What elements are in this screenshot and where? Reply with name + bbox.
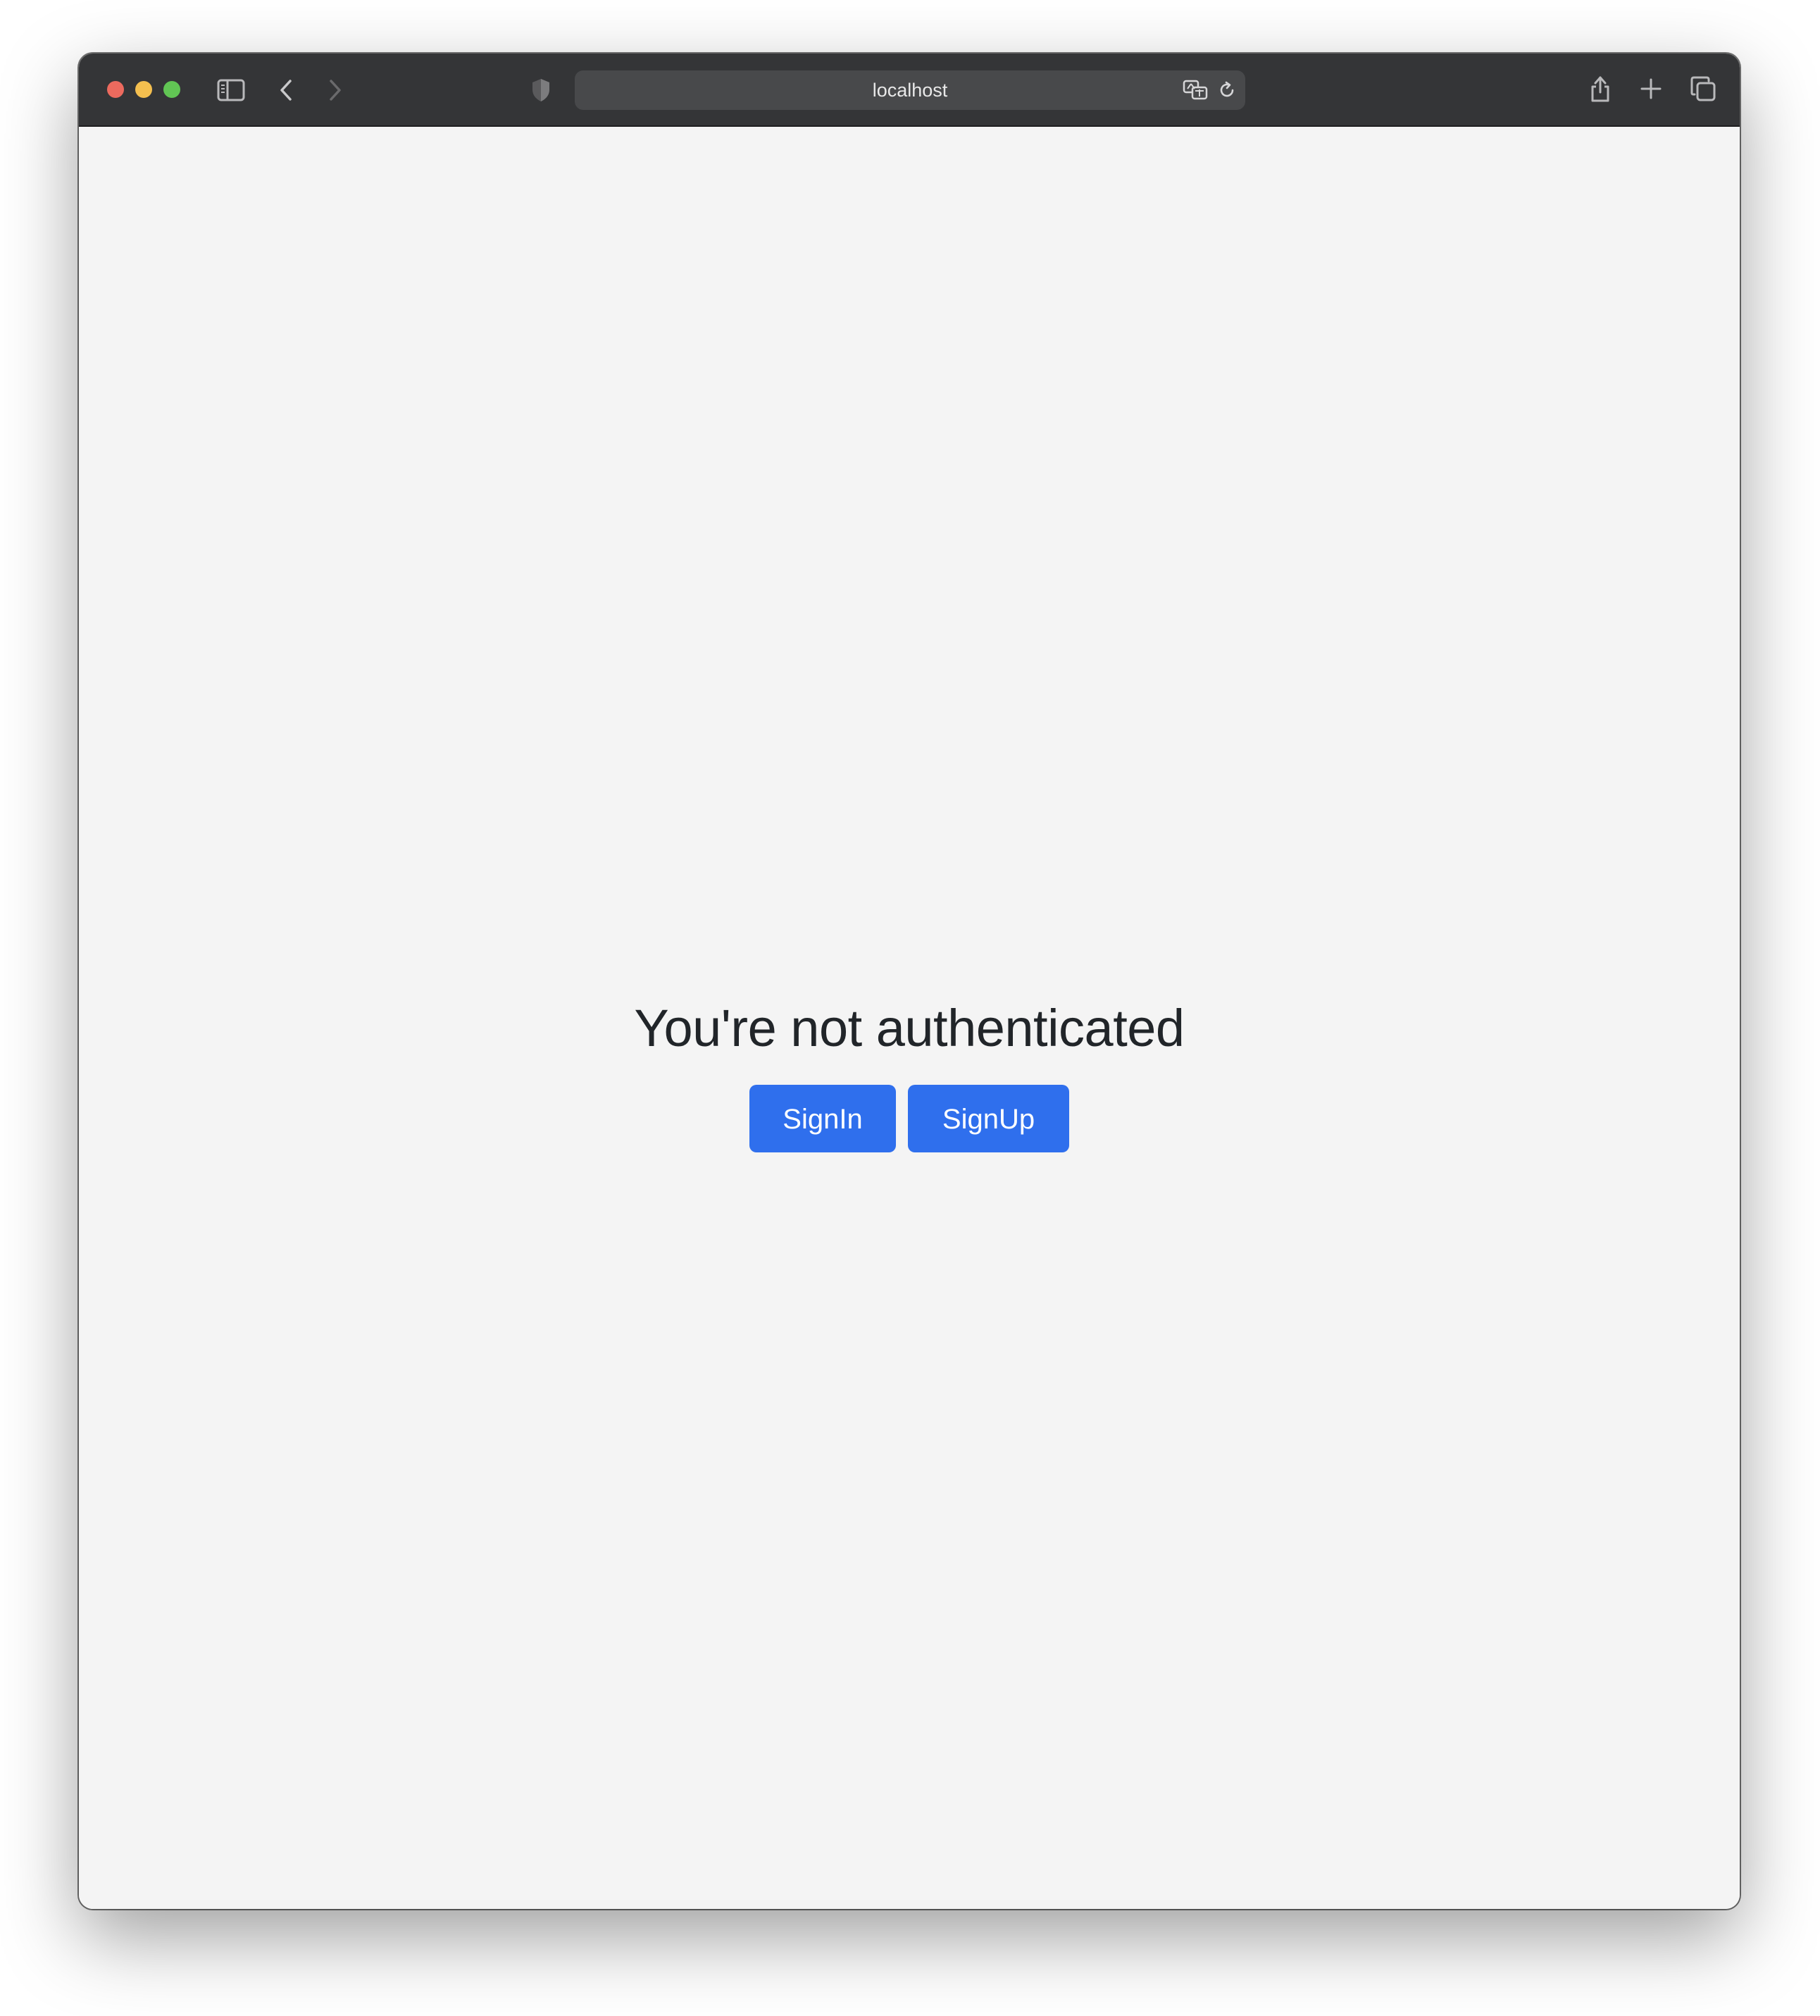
reload-icon[interactable] [1216,79,1238,101]
signup-button[interactable]: SignUp [908,1085,1069,1152]
address-bar[interactable]: localhost [575,70,1245,110]
signin-button[interactable]: SignIn [749,1085,896,1152]
page-title: You're not authenticated [634,999,1185,1057]
translate-icon[interactable] [1182,77,1210,103]
close-window-button[interactable] [107,81,124,98]
sidebar-icon[interactable] [216,76,247,104]
share-icon[interactable] [1586,70,1614,107]
shield-icon[interactable] [528,75,554,106]
browser-toolbar: localhost [79,54,1740,127]
plus-icon[interactable] [1637,75,1665,103]
minimize-window-button[interactable] [135,81,152,98]
chevron-left-icon[interactable] [273,75,299,106]
browser-window: localhost You're not authenticated SignI… [79,54,1740,1909]
page-content: You're not authenticated SignIn SignUp [79,127,1740,1909]
maximize-window-button[interactable] [163,81,180,98]
url-text[interactable]: localhost [575,70,1245,110]
tabs-icon[interactable] [1688,73,1719,104]
chevron-right-icon[interactable] [323,75,348,106]
